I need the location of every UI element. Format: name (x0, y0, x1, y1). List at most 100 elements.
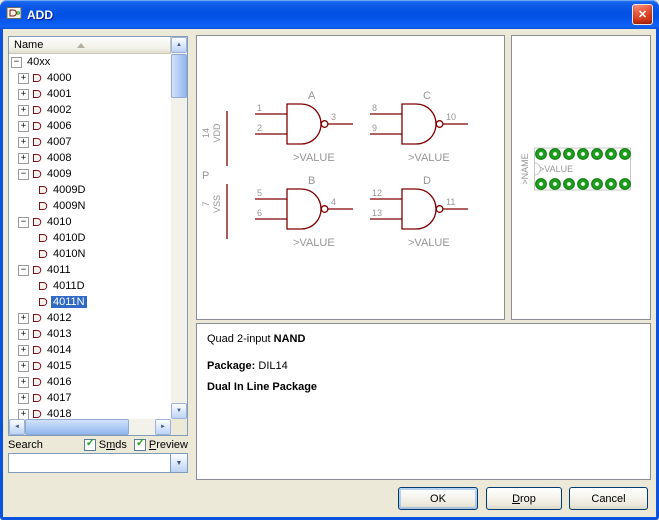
tree-column-header[interactable]: Name (9, 37, 171, 54)
tree-item-label[interactable]: 4007 (45, 136, 73, 148)
tree-item-label[interactable]: 4010 (45, 216, 73, 228)
scrollbar-corner (171, 419, 187, 435)
expand-toggle-icon[interactable]: + (18, 137, 29, 148)
expand-toggle-icon[interactable]: + (18, 345, 29, 356)
pad (620, 149, 631, 160)
tree-vertical-scrollbar[interactable]: ▲ ▼ (171, 37, 187, 419)
collapse-toggle-icon[interactable]: − (18, 217, 29, 228)
tree-item-4014[interactable]: +4014 (9, 342, 171, 358)
pad (550, 149, 561, 160)
tree-item-label[interactable]: 4013 (45, 328, 73, 340)
smds-checkbox-box[interactable]: ✓ (84, 439, 96, 451)
expand-toggle-icon[interactable]: + (18, 361, 29, 372)
tree-item-label[interactable]: 4002 (45, 104, 73, 116)
expand-toggle-icon[interactable]: + (18, 105, 29, 116)
tree-item-4018[interactable]: +4018 (9, 406, 171, 419)
expand-toggle-icon[interactable]: + (18, 121, 29, 132)
titlebar[interactable]: ADD ✕ (0, 0, 659, 29)
device-icon (32, 377, 42, 387)
tree-item-label[interactable]: 4010N (51, 248, 87, 260)
tree-item-4010d[interactable]: 4010D (9, 230, 171, 246)
tree-item-label[interactable]: 4000 (45, 72, 73, 84)
expand-toggle-icon[interactable]: + (18, 409, 29, 420)
expand-toggle-icon[interactable]: + (18, 313, 29, 324)
collapse-toggle-icon[interactable]: − (18, 169, 29, 180)
ok-button[interactable]: OK (398, 487, 478, 510)
inversion-bubble (321, 121, 328, 128)
tree-item-label[interactable]: 4010D (51, 232, 87, 244)
tree-item-label[interactable]: 4009D (51, 184, 87, 196)
search-input[interactable] (9, 454, 170, 472)
vertical-scroll-thumb[interactable] (171, 54, 187, 98)
tree-item-4015[interactable]: +4015 (9, 358, 171, 374)
tree-item-label[interactable]: 4006 (45, 120, 73, 132)
combo-dropdown-button[interactable]: ▼ (170, 454, 187, 472)
scroll-up-button[interactable]: ▲ (171, 37, 187, 53)
tree-item-4009[interactable]: − 4009 (9, 166, 171, 182)
pin-number: 6 (257, 208, 262, 218)
horizontal-scroll-thumb[interactable] (25, 419, 129, 435)
scroll-down-button[interactable]: ▼ (171, 403, 187, 419)
expand-toggle-icon[interactable]: + (18, 377, 29, 388)
expand-toggle-icon[interactable]: + (18, 393, 29, 404)
scroll-left-button[interactable]: ◄ (9, 419, 25, 435)
tree-item-label[interactable]: 4008 (45, 152, 73, 164)
tree-item-label[interactable]: 4017 (45, 392, 73, 404)
drop-button[interactable]: Drop (486, 487, 562, 510)
tree-item-4011[interactable]: − 4011 (9, 262, 171, 278)
tree-item-4001[interactable]: +4001 (9, 86, 171, 102)
collapse-toggle-icon[interactable]: − (11, 57, 22, 68)
tree-item-4009n[interactable]: 4009N (9, 198, 171, 214)
tree-item-label[interactable]: 4011D (51, 280, 87, 292)
tree-item-4007[interactable]: +4007 (9, 134, 171, 150)
preview-checkbox-box[interactable]: ✓ (134, 439, 146, 451)
device-icon (32, 329, 42, 339)
vdd-pin-name: VDD (212, 123, 222, 143)
collapse-toggle-icon[interactable]: − (18, 265, 29, 276)
pin-number: 9 (372, 123, 377, 133)
pad (620, 179, 631, 190)
smds-checkbox[interactable]: ✓ Smds (84, 439, 127, 451)
tree-item-4010[interactable]: − 4010 (9, 214, 171, 230)
expand-toggle-icon[interactable]: + (18, 73, 29, 84)
tree-item-4008[interactable]: +4008 (9, 150, 171, 166)
cancel-button[interactable]: Cancel (569, 487, 648, 510)
tree-item-label[interactable]: 4016 (45, 376, 73, 388)
pin-number: 1 (257, 103, 262, 113)
tree-item-4010n[interactable]: 4010N (9, 246, 171, 262)
tree-item-label[interactable]: 4001 (45, 88, 73, 100)
tree-item-label[interactable]: 4009N (51, 200, 87, 212)
preview-checkbox[interactable]: ✓ Preview (134, 439, 188, 451)
gate-body (287, 104, 321, 144)
tree-item-4011d[interactable]: 4011D (9, 278, 171, 294)
tree-item-label[interactable]: 4015 (45, 360, 73, 372)
search-combobox[interactable]: ▼ (8, 453, 188, 473)
tree-item-4000[interactable]: +4000 (9, 70, 171, 86)
tree-item-4016[interactable]: +4016 (9, 374, 171, 390)
close-button[interactable]: ✕ (632, 4, 653, 25)
device-icon (38, 233, 48, 243)
pad (550, 179, 561, 190)
tree-item-4009d[interactable]: 4009D (9, 182, 171, 198)
expand-toggle-icon[interactable]: + (18, 153, 29, 164)
scroll-right-button[interactable]: ► (155, 419, 171, 435)
expand-toggle-icon[interactable]: + (18, 329, 29, 340)
expand-toggle-icon[interactable]: + (18, 89, 29, 100)
tree-item-4006[interactable]: +4006 (9, 118, 171, 134)
package-svg: >NAME >VALUE (512, 36, 650, 319)
tree-item-label[interactable]: 4018 (45, 408, 73, 419)
tree-item-40xx[interactable]: −40xx (9, 54, 171, 70)
tree-item-label[interactable]: 4011 (45, 264, 73, 276)
tree-item-label[interactable]: 4014 (45, 344, 73, 356)
tree-item-4002[interactable]: +4002 (9, 102, 171, 118)
tree-item-4013[interactable]: +4013 (9, 326, 171, 342)
tree-item-4012[interactable]: +4012 (9, 310, 171, 326)
tree-item-4017[interactable]: +4017 (9, 390, 171, 406)
tree-item-label[interactable]: 40xx (25, 56, 52, 68)
tree-item-4011n[interactable]: 4011N (9, 294, 171, 310)
tree-rows: −40xx+4000+4001+4002+4006+4007+4008−4009… (9, 54, 171, 419)
tree-item-label[interactable]: 4012 (45, 312, 73, 324)
tree-item-label[interactable]: 4009 (45, 168, 73, 180)
tree-horizontal-scrollbar[interactable]: ◄ ► (9, 419, 171, 435)
tree-item-label[interactable]: 4011N (51, 296, 87, 308)
